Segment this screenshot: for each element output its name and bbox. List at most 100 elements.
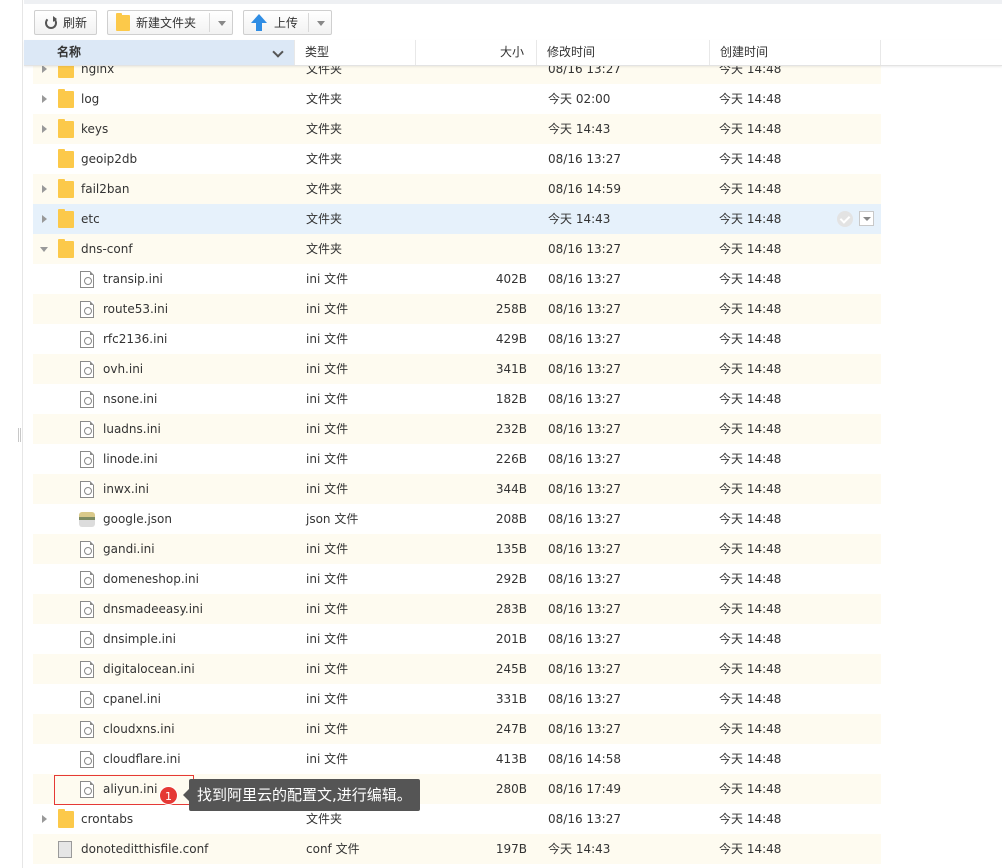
file-name[interactable]: cpanel.ini (103, 684, 161, 714)
file-modified: 08/16 14:58 (548, 752, 621, 766)
file-row[interactable]: dnsmadeeasy.ini ini 文件 283B 08/16 13:27 今天 1… (33, 594, 881, 624)
file-name[interactable]: crontabs (81, 804, 133, 834)
file-row[interactable]: cpanel.ini ini 文件 331B 08/16 13:27 今天 14:48 (33, 684, 881, 714)
file-size: 341B (495, 362, 527, 376)
file-modified: 08/16 13:27 (548, 242, 621, 256)
folder-row[interactable]: keys 文件夹 今天 14:43 今天 14:48 (33, 114, 881, 144)
file-row[interactable]: transip.ini ini 文件 402B 08/16 13:27 今天 14:48 (33, 264, 881, 294)
file-name[interactable]: ovh.ini (103, 354, 143, 384)
folder-row[interactable]: geoip2db 文件夹 08/16 13:27 今天 14:48 (33, 144, 881, 174)
file-created: 今天 14:48 (719, 602, 782, 616)
file-row[interactable]: route53.ini ini 文件 258B 08/16 13:27 今天 14:48 (33, 294, 881, 324)
file-name[interactable]: luadns.ini (103, 414, 161, 444)
column-modified[interactable]: 修改时间 (537, 40, 710, 65)
expand-arrow-icon[interactable] (42, 65, 47, 73)
file-name[interactable]: donoteditthisfile.conf (81, 834, 208, 864)
file-row[interactable]: gandi.ini ini 文件 135B 08/16 13:27 今天 14:48 (33, 534, 881, 564)
file-name[interactable]: cloudxns.ini (103, 714, 175, 744)
folder-icon (58, 239, 74, 258)
expand-arrow-icon[interactable] (42, 125, 47, 133)
chevron-down-icon[interactable] (317, 21, 325, 26)
upload-icon (250, 13, 268, 32)
file-row[interactable]: cloudxns.ini ini 文件 247B 08/16 13:27 今天 14:4… (33, 714, 881, 744)
ini-file-icon (80, 361, 94, 378)
file-type: ini 文件 (306, 752, 349, 766)
expand-arrow-icon[interactable] (42, 185, 47, 193)
file-type: ini 文件 (306, 572, 349, 586)
file-name[interactable]: dnsmadeeasy.ini (103, 594, 203, 624)
ini-file-icon (80, 301, 94, 318)
refresh-label: 刷新 (63, 16, 88, 30)
file-name[interactable]: etc (81, 204, 100, 234)
file-name[interactable]: digitalocean.ini (103, 654, 195, 684)
column-size[interactable]: 大小 (416, 40, 537, 65)
file-row[interactable]: donoteditthisfile.conf conf 文件 197B 今天 14:4… (33, 834, 881, 864)
file-type: json 文件 (306, 512, 359, 526)
panel-resize-handle[interactable] (18, 428, 21, 442)
file-name[interactable]: gandi.ini (103, 534, 155, 564)
expand-arrow-icon[interactable] (42, 95, 47, 103)
folder-icon (116, 12, 130, 31)
file-row[interactable]: inwx.ini ini 文件 344B 08/16 13:27 今天 14:48 (33, 474, 881, 504)
file-name[interactable]: domeneshop.ini (103, 564, 199, 594)
file-modified: 08/16 13:27 (548, 272, 621, 286)
file-type: ini 文件 (306, 482, 349, 496)
file-row[interactable]: linode.ini ini 文件 226B 08/16 13:27 今天 14:48 (33, 444, 881, 474)
file-name[interactable]: dns-conf (81, 234, 133, 264)
file-name[interactable]: nsone.ini (103, 384, 157, 414)
conf-file-icon (58, 841, 72, 858)
expand-arrow-icon[interactable] (42, 215, 47, 223)
refresh-button[interactable]: 刷新 (34, 10, 97, 35)
file-created: 今天 14:48 (719, 812, 782, 826)
file-name[interactable]: fail2ban (81, 174, 129, 204)
file-created: 今天 14:48 (719, 362, 782, 376)
file-size: 258B (495, 302, 527, 316)
file-modified: 08/16 13:27 (548, 542, 621, 556)
file-name[interactable]: log (81, 84, 99, 114)
chevron-down-icon[interactable] (218, 21, 226, 26)
folder-row[interactable]: log 文件夹 今天 02:00 今天 14:48 (33, 84, 881, 114)
folder-row[interactable]: etc 文件夹 今天 14:43 今天 14:48 (33, 204, 881, 234)
file-size: 208B (495, 512, 527, 526)
file-name[interactable]: cloudflare.ini (103, 744, 181, 774)
file-row[interactable]: digitalocean.ini ini 文件 245B 08/16 13:27 今天 … (33, 654, 881, 684)
file-type: ini 文件 (306, 422, 349, 436)
file-modified: 08/16 13:27 (548, 332, 621, 346)
column-created[interactable]: 创建时间 (710, 40, 881, 65)
file-name[interactable]: dnsimple.ini (103, 624, 176, 654)
file-row[interactable]: cloudflare.ini ini 文件 413B 08/16 14:58 今天 14… (33, 744, 881, 774)
new-folder-button[interactable]: 新建文件夹 (107, 10, 233, 35)
folder-icon (58, 119, 74, 138)
file-row[interactable]: domeneshop.ini ini 文件 292B 08/16 13:27 今天 14… (33, 564, 881, 594)
file-row[interactable]: luadns.ini ini 文件 232B 08/16 13:27 今天 14:48 (33, 414, 881, 444)
file-row[interactable]: rfc2136.ini ini 文件 429B 08/16 13:27 今天 14:48 (33, 324, 881, 354)
file-name[interactable]: route53.ini (103, 294, 168, 324)
file-name[interactable]: linode.ini (103, 444, 158, 474)
file-row[interactable]: google.json json 文件 208B 08/16 13:27 今天 14:4… (33, 504, 881, 534)
ini-file-icon (80, 601, 94, 618)
column-name[interactable]: 名称 (24, 40, 295, 65)
sort-chevron-icon (272, 46, 284, 58)
file-type: ini 文件 (306, 692, 349, 706)
upload-button[interactable]: 上传 (243, 10, 332, 35)
file-name[interactable]: keys (81, 114, 108, 144)
file-name[interactable]: rfc2136.ini (103, 324, 167, 354)
file-row[interactable]: dnsimple.ini ini 文件 201B 08/16 13:27 今天 14:4… (33, 624, 881, 654)
expand-arrow-icon[interactable] (42, 815, 47, 823)
row-dropdown-button[interactable] (859, 211, 874, 226)
folder-row[interactable]: fail2ban 文件夹 08/16 14:59 今天 14:48 (33, 174, 881, 204)
file-type: conf 文件 (306, 842, 360, 856)
collapse-arrow-icon[interactable] (40, 247, 48, 252)
file-modified: 08/16 13:27 (548, 362, 621, 376)
ini-file-icon (80, 631, 94, 648)
folder-row[interactable]: dns-conf 文件夹 08/16 13:27 今天 14:48 (33, 234, 881, 264)
file-created: 今天 14:48 (719, 212, 782, 226)
file-row[interactable]: ovh.ini ini 文件 341B 08/16 13:27 今天 14:48 (33, 354, 881, 384)
file-name[interactable]: transip.ini (103, 264, 163, 294)
file-name[interactable]: google.json (103, 504, 172, 534)
file-name[interactable]: geoip2db (81, 144, 137, 174)
check-icon[interactable] (837, 211, 853, 227)
file-name[interactable]: inwx.ini (103, 474, 149, 504)
column-type[interactable]: 类型 (295, 40, 416, 65)
file-row[interactable]: nsone.ini ini 文件 182B 08/16 13:27 今天 14:48 (33, 384, 881, 414)
